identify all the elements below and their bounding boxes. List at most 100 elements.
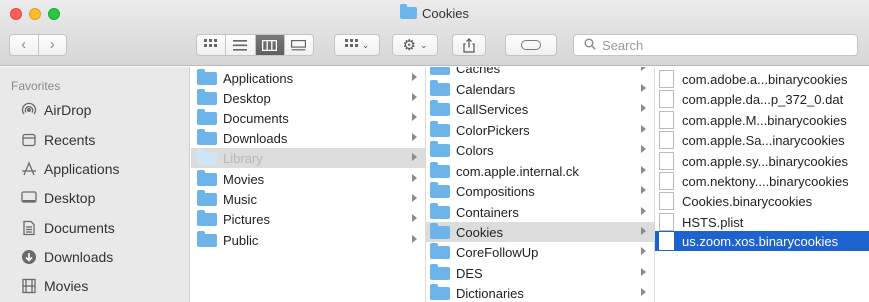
chevron-right-icon [641, 84, 646, 92]
file-item[interactable]: Cookies.binarycookies [655, 191, 869, 211]
file-item[interactable]: com.apple.Sa...inarycookies [655, 130, 869, 150]
document-icon [659, 90, 674, 108]
list-item[interactable]: Desktop [191, 88, 425, 108]
document-icon [659, 152, 674, 170]
file-item[interactable]: com.apple.M...binarycookies [655, 110, 869, 130]
folder-icon [400, 4, 418, 19]
list-item[interactable]: com.apple.internal.ck [426, 161, 654, 181]
icon-view-button[interactable] [197, 35, 227, 55]
folder-icon [430, 161, 450, 178]
chevron-right-icon [641, 104, 646, 112]
view-switcher [196, 34, 314, 56]
action-menu-button[interactable]: ⚙ ⌄ [392, 34, 438, 56]
sidebar-item-airdrop[interactable]: AirDrop [20, 98, 91, 122]
list-item-selected[interactable]: Cookies [426, 222, 654, 242]
window-title-text: Cookies [422, 6, 469, 21]
forward-button[interactable]: › [39, 35, 67, 55]
chevron-down-icon: ⌄ [361, 39, 370, 50]
chevron-right-icon [412, 133, 417, 141]
desktop-icon [20, 189, 38, 207]
sidebar-item-desktop[interactable]: Desktop [20, 186, 95, 210]
list-item[interactable]: Public [191, 230, 425, 250]
file-item[interactable]: com.nektony....binarycookies [655, 171, 869, 191]
folder-icon [430, 120, 450, 137]
sidebar-item-applications[interactable]: Applications [20, 157, 120, 181]
sidebar-item-label: Recents [44, 132, 96, 148]
list-item[interactable]: Caches [426, 67, 654, 78]
chevron-right-icon [641, 186, 646, 194]
list-item[interactable]: Containers [426, 202, 654, 222]
list-item[interactable]: Music [191, 189, 425, 209]
list-item[interactable]: Downloads [191, 128, 425, 148]
file-item[interactable]: HSTS.plist [655, 212, 869, 232]
sidebar-item-label: Movies [44, 278, 89, 294]
list-item[interactable]: Calendars [426, 79, 654, 99]
folder-icon [197, 88, 217, 105]
back-button[interactable]: ‹ [10, 35, 38, 55]
list-item[interactable]: Pictures [191, 209, 425, 229]
tag-icon [521, 40, 541, 50]
search-placeholder: Search [602, 37, 644, 53]
folder-icon [430, 222, 450, 239]
window-title: Cookies [0, 4, 869, 21]
search-field[interactable]: Search [573, 34, 858, 56]
list-item[interactable]: DES [426, 263, 654, 283]
folder-icon [430, 79, 450, 96]
list-item[interactable]: Movies [191, 169, 425, 189]
file-item[interactable]: com.apple.sy...binarycookies [655, 151, 869, 171]
sidebar-item-label: Desktop [44, 190, 96, 206]
sidebar-item-movies[interactable]: Movies [20, 274, 88, 298]
list-item[interactable]: CallServices [426, 99, 654, 119]
movies-icon [20, 277, 38, 295]
sidebar-item-downloads[interactable]: Downloads [20, 245, 113, 269]
tags-button[interactable] [505, 34, 557, 56]
list-item[interactable]: Documents [191, 108, 425, 128]
column-view-icon [262, 39, 278, 51]
group-grid-icon [344, 39, 358, 47]
document-icon [659, 70, 674, 88]
folder-icon [430, 202, 450, 219]
chevron-right-icon [641, 227, 646, 235]
list-item[interactable]: Compositions [426, 181, 654, 201]
list-item[interactable]: Dictionaries [426, 283, 654, 302]
document-icon [659, 131, 674, 149]
folder-icon [197, 148, 217, 165]
chevron-right-icon [412, 113, 417, 121]
chevron-right-icon [641, 268, 646, 276]
folder-icon [197, 169, 217, 186]
group-by-button[interactable]: ⌄ [334, 34, 380, 56]
document-icon [659, 192, 674, 210]
list-item[interactable]: Colors [426, 140, 654, 160]
gallery-view-button[interactable] [285, 35, 313, 55]
share-button[interactable] [452, 34, 486, 56]
sidebar-item-documents[interactable]: Documents [20, 216, 115, 240]
column-home: Applications Desktop Documents Downloads… [191, 67, 426, 302]
list-item-selected[interactable]: Library [191, 148, 425, 168]
file-item[interactable]: com.apple.da...p_372_0.dat [655, 89, 869, 109]
folder-icon [430, 283, 450, 300]
column-view-button[interactable] [255, 35, 285, 55]
chevron-right-icon [412, 73, 417, 81]
file-item[interactable]: com.adobe.a...binarycookies [655, 69, 869, 89]
sidebar-heading: Favorites [11, 79, 61, 93]
folder-icon [430, 181, 450, 198]
list-item[interactable]: ColorPickers [426, 120, 654, 140]
icon-view-icon [204, 39, 218, 47]
sidebar-item-recents[interactable]: Recents [20, 128, 95, 152]
folder-icon [197, 209, 217, 226]
chevron-right-icon [641, 67, 646, 71]
file-item-selected[interactable]: us.zoom.xos.binarycookies [655, 231, 869, 251]
folder-icon [197, 230, 217, 247]
list-item[interactable]: Applications [191, 68, 425, 88]
folder-icon [430, 263, 450, 280]
chevron-right-icon [641, 166, 646, 174]
list-view-button[interactable] [226, 35, 256, 55]
column-library: Caches Calendars CallServices ColorPicke… [426, 67, 655, 302]
chevron-right-icon [412, 235, 417, 243]
list-item[interactable]: CoreFollowUp [426, 242, 654, 262]
chevron-right-icon [641, 207, 646, 215]
chevron-right-icon [641, 288, 646, 296]
folder-icon [197, 68, 217, 85]
search-icon [584, 38, 596, 53]
sidebar: Favorites AirDrop Recents Applications D… [0, 67, 190, 302]
